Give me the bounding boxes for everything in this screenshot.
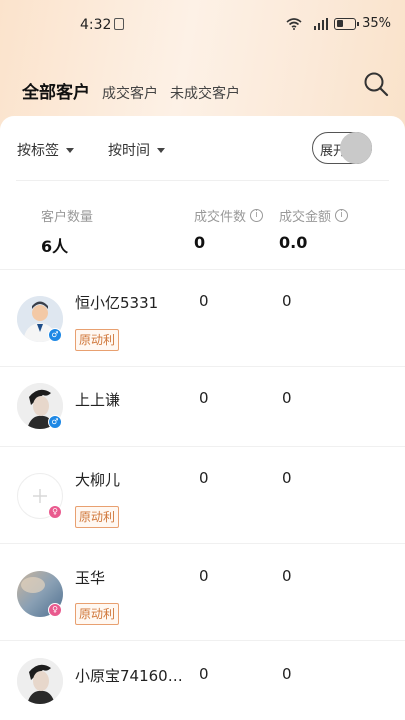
- info-icon[interactable]: i: [335, 209, 349, 222]
- tab-no-deal-customers[interactable]: 未成交客户: [170, 83, 240, 103]
- customer-name: 大柳儿: [75, 471, 121, 489]
- customer-list-card: 按标签 按时间 展开 客户数量 成交件数 i 成交金额 i 6人 0 0.0 ♂…: [0, 116, 405, 720]
- female-icon: ♀: [48, 505, 62, 519]
- filter-by-tag[interactable]: 按标签: [17, 140, 74, 160]
- deal-count-label: 成交件数 i: [194, 206, 264, 225]
- customer-tabs: 全部客户 成交客户 未成交客户: [22, 78, 240, 103]
- customer-tag: 原动利: [75, 603, 120, 625]
- customer-row[interactable]: ♀ 玉华 0 0 原动利: [0, 543, 405, 640]
- wifi-icon: [286, 17, 302, 30]
- sim-icon: [114, 18, 124, 30]
- filter-time-label: 按时间: [108, 143, 150, 159]
- customer-name: 上上谦: [75, 391, 121, 409]
- status-time: 4:32: [80, 17, 112, 33]
- deal-amount-value: 0.0: [279, 233, 308, 252]
- status-indicators: 35%: [286, 16, 391, 31]
- signal-icon: [314, 17, 329, 30]
- customer-amount: 0: [282, 567, 292, 585]
- male-icon: ♂: [48, 328, 62, 342]
- filter-row: 按标签 按时间 展开: [0, 116, 405, 180]
- customer-tag: 原动利: [75, 329, 120, 351]
- customer-amount: 0: [282, 469, 292, 487]
- customer-amount: 0: [282, 389, 292, 407]
- divider: [16, 180, 389, 181]
- customer-amount: 0: [282, 665, 292, 683]
- filter-by-time[interactable]: 按时间: [108, 140, 165, 160]
- search-icon[interactable]: [363, 71, 389, 97]
- caret-down-icon: [66, 147, 74, 153]
- customer-name: 小原宝74160…: [75, 667, 183, 685]
- customer-deals: 0: [199, 567, 209, 585]
- customer-deals: 0: [199, 292, 209, 310]
- customer-count-label: 客户数量: [41, 210, 94, 225]
- customer-row[interactable]: 小原宝74160… 0 0: [0, 640, 405, 720]
- customer-count-value: 6人: [41, 237, 69, 256]
- customer-tag: 原动利: [75, 506, 120, 528]
- tab-deal-customers[interactable]: 成交客户: [102, 83, 158, 103]
- customer-deals: 0: [199, 389, 209, 407]
- battery-percent: 35%: [362, 16, 391, 31]
- caret-down-icon: [157, 147, 165, 153]
- filter-tag-label: 按标签: [17, 143, 59, 159]
- deal-count-value: 0: [194, 233, 206, 252]
- toggle-knob: [340, 132, 372, 164]
- customer-row[interactable]: ♂ 恒小亿5331 0 0 原动利: [0, 269, 405, 366]
- expand-toggle[interactable]: 展开: [312, 132, 372, 164]
- tab-all-customers[interactable]: 全部客户: [22, 78, 90, 103]
- customer-deals: 0: [199, 469, 209, 487]
- customer-amount: 0: [282, 292, 292, 310]
- female-icon: ♀: [48, 603, 62, 617]
- customer-row[interactable]: ♀ 大柳儿 0 0 原动利: [0, 446, 405, 543]
- battery-icon: [334, 17, 360, 30]
- customer-name: 玉华: [75, 569, 106, 587]
- info-icon[interactable]: i: [250, 209, 264, 222]
- avatar: [17, 658, 63, 704]
- male-icon: ♂: [48, 415, 62, 429]
- status-bar: 4:32 35%: [0, 0, 405, 50]
- deal-amount-label: 成交金额 i: [279, 206, 349, 225]
- customer-deals: 0: [199, 665, 209, 683]
- summary-section: 客户数量 成交件数 i 成交金额 i 6人 0 0.0: [0, 200, 405, 270]
- customer-name: 恒小亿5331: [75, 294, 159, 312]
